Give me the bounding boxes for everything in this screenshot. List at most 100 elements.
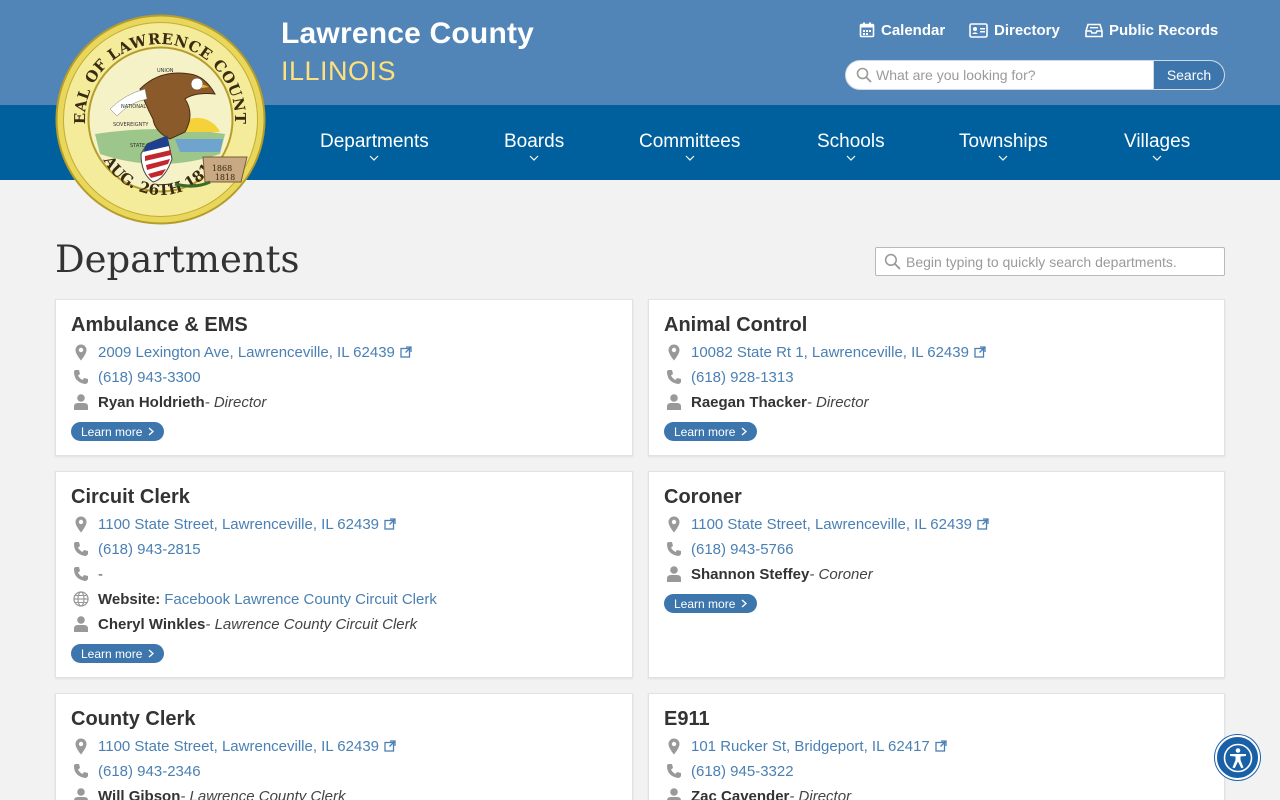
accessibility-button[interactable] [1215, 735, 1260, 780]
learn-more-button[interactable]: Learn more [71, 422, 165, 441]
chevron-down-icon [685, 155, 695, 161]
public-records-label: Public Records [1109, 21, 1219, 39]
contact-name: Cheryl Winkles [98, 615, 206, 633]
calendar-link[interactable]: Calendar [859, 20, 945, 40]
department-name[interactable]: Ambulance & EMS [71, 314, 248, 337]
chevron-right-icon [148, 427, 155, 436]
department-name[interactable]: Circuit Clerk [71, 486, 190, 509]
address-link[interactable]: 1100 State Street, Lawrenceville, IL 624… [98, 516, 379, 533]
map-pin-icon [71, 514, 91, 534]
department-card: Coroner 1100 State Street, Lawrenceville… [648, 471, 1225, 678]
phone-row: (618) 928-1313 [664, 367, 794, 387]
phone-link[interactable]: (618) 945-3322 [691, 763, 794, 780]
department-name[interactable]: Coroner [664, 486, 742, 509]
nav-townships-label: Townships [959, 131, 1048, 152]
phone-row: (618) 945-3322 [664, 761, 794, 781]
contact-name: Zac Cavender [691, 787, 790, 800]
map-pin-icon [664, 514, 684, 534]
map-pin-icon [71, 736, 91, 756]
address-row: 2009 Lexington Ave, Lawrenceville, IL 62… [71, 342, 412, 362]
chevron-down-icon [369, 155, 379, 161]
address-link[interactable]: 1100 State Street, Lawrenceville, IL 624… [98, 738, 379, 755]
calendar-label: Calendar [881, 21, 946, 39]
phone-icon [664, 761, 684, 781]
search-icon [876, 253, 906, 270]
contact-row: Will Gibson - Lawrence County Clerk [71, 786, 345, 800]
map-pin-icon [664, 736, 684, 756]
page-title: Departments [55, 238, 300, 281]
phone-link[interactable]: (618) 943-2815 [98, 541, 201, 558]
chevron-right-icon [741, 599, 748, 608]
public-records-link[interactable]: Public Records [1085, 20, 1218, 40]
phone-link[interactable]: (618) 943-5766 [691, 541, 794, 558]
address-row: 101 Rucker St, Bridgeport, IL 62417 [664, 736, 947, 756]
search-button[interactable]: Search [1153, 61, 1224, 89]
nav-departments[interactable]: Departments [320, 131, 429, 161]
address-link[interactable]: 10082 State Rt 1, Lawrenceville, IL 6243… [691, 344, 969, 361]
nav-schools[interactable]: Schools [817, 131, 885, 161]
nav-townships[interactable]: Townships [959, 131, 1048, 161]
phone-row: (618) 943-3300 [71, 367, 201, 387]
chevron-right-icon [148, 649, 155, 658]
external-link-icon [384, 740, 396, 752]
address-link[interactable]: 101 Rucker St, Bridgeport, IL 62417 [691, 738, 930, 755]
id-card-icon [969, 22, 988, 38]
department-name[interactable]: County Clerk [71, 708, 195, 731]
contact-role: - Director [204, 393, 267, 411]
address-link[interactable]: 1100 State Street, Lawrenceville, IL 624… [691, 516, 972, 533]
website-label: Website: [98, 590, 161, 608]
svg-text:1868: 1868 [212, 164, 232, 173]
svg-text:1818: 1818 [215, 173, 235, 182]
department-card: Animal Control 10082 State Rt 1, Lawrenc… [648, 299, 1225, 456]
external-link-icon [384, 518, 396, 530]
phone-icon [71, 761, 91, 781]
nav-boards-label: Boards [504, 131, 565, 152]
department-card: Circuit Clerk 1100 State Street, Lawrenc… [55, 471, 633, 678]
learn-more-button[interactable]: Learn more [664, 594, 758, 613]
phone-row-secondary: - [71, 564, 103, 584]
nav-villages[interactable]: Villages [1124, 131, 1190, 161]
nav-boards[interactable]: Boards [504, 131, 564, 161]
department-filter [875, 247, 1225, 276]
chevron-down-icon [529, 155, 539, 161]
contact-row: Shannon Steffey - Coroner [664, 564, 873, 584]
svg-text:STATE: STATE [130, 143, 145, 149]
phone-icon [71, 539, 91, 559]
phone-link[interactable]: (618) 928-1313 [691, 369, 794, 386]
nav-villages-label: Villages [1124, 131, 1191, 152]
nav-schools-label: Schools [817, 131, 885, 152]
nav-committees-label: Committees [639, 131, 741, 152]
contact-name: Raegan Thacker [691, 393, 807, 411]
phone-icon [71, 367, 91, 387]
department-name[interactable]: E911 [664, 708, 710, 731]
person-icon [71, 392, 91, 412]
person-icon [664, 564, 684, 584]
department-card: Ambulance & EMS 2009 Lexington Ave, Lawr… [55, 299, 633, 456]
chevron-right-icon [741, 427, 748, 436]
contact-row: Ryan Holdrieth - Director [71, 392, 266, 412]
map-pin-icon [664, 342, 684, 362]
nav-committees[interactable]: Committees [639, 131, 740, 161]
website-link[interactable]: Facebook Lawrence County Circuit Clerk [164, 591, 437, 608]
county-seal-logo[interactable]: SEAL OF LAWRENCE COUNTY AUG. 26TH 1818 1… [55, 14, 266, 225]
learn-more-label: Learn more [674, 424, 736, 439]
directory-link[interactable]: Directory [969, 20, 1060, 40]
phone-link[interactable]: (618) 943-3300 [98, 369, 201, 386]
phone-row: (618) 943-5766 [664, 539, 794, 559]
department-filter-input[interactable] [906, 253, 1224, 270]
learn-more-button[interactable]: Learn more [71, 644, 165, 663]
contact-role: - Lawrence County Clerk [180, 787, 346, 800]
department-card: E911 101 Rucker St, Bridgeport, IL 62417… [648, 693, 1225, 800]
inbox-icon [1085, 23, 1103, 37]
site-title[interactable]: Lawrence County [281, 17, 534, 51]
external-link-icon [400, 346, 412, 358]
address-row: 10082 State Rt 1, Lawrenceville, IL 6243… [664, 342, 986, 362]
learn-more-button[interactable]: Learn more [664, 422, 758, 441]
address-link[interactable]: 2009 Lexington Ave, Lawrenceville, IL 62… [98, 344, 395, 361]
phone-link[interactable]: (618) 943-2346 [98, 763, 201, 780]
search-icon [846, 67, 876, 83]
site-search-input[interactable] [876, 67, 1153, 83]
learn-more-label: Learn more [81, 646, 143, 661]
contact-role: - Coroner [809, 565, 873, 583]
department-name[interactable]: Animal Control [664, 314, 807, 337]
